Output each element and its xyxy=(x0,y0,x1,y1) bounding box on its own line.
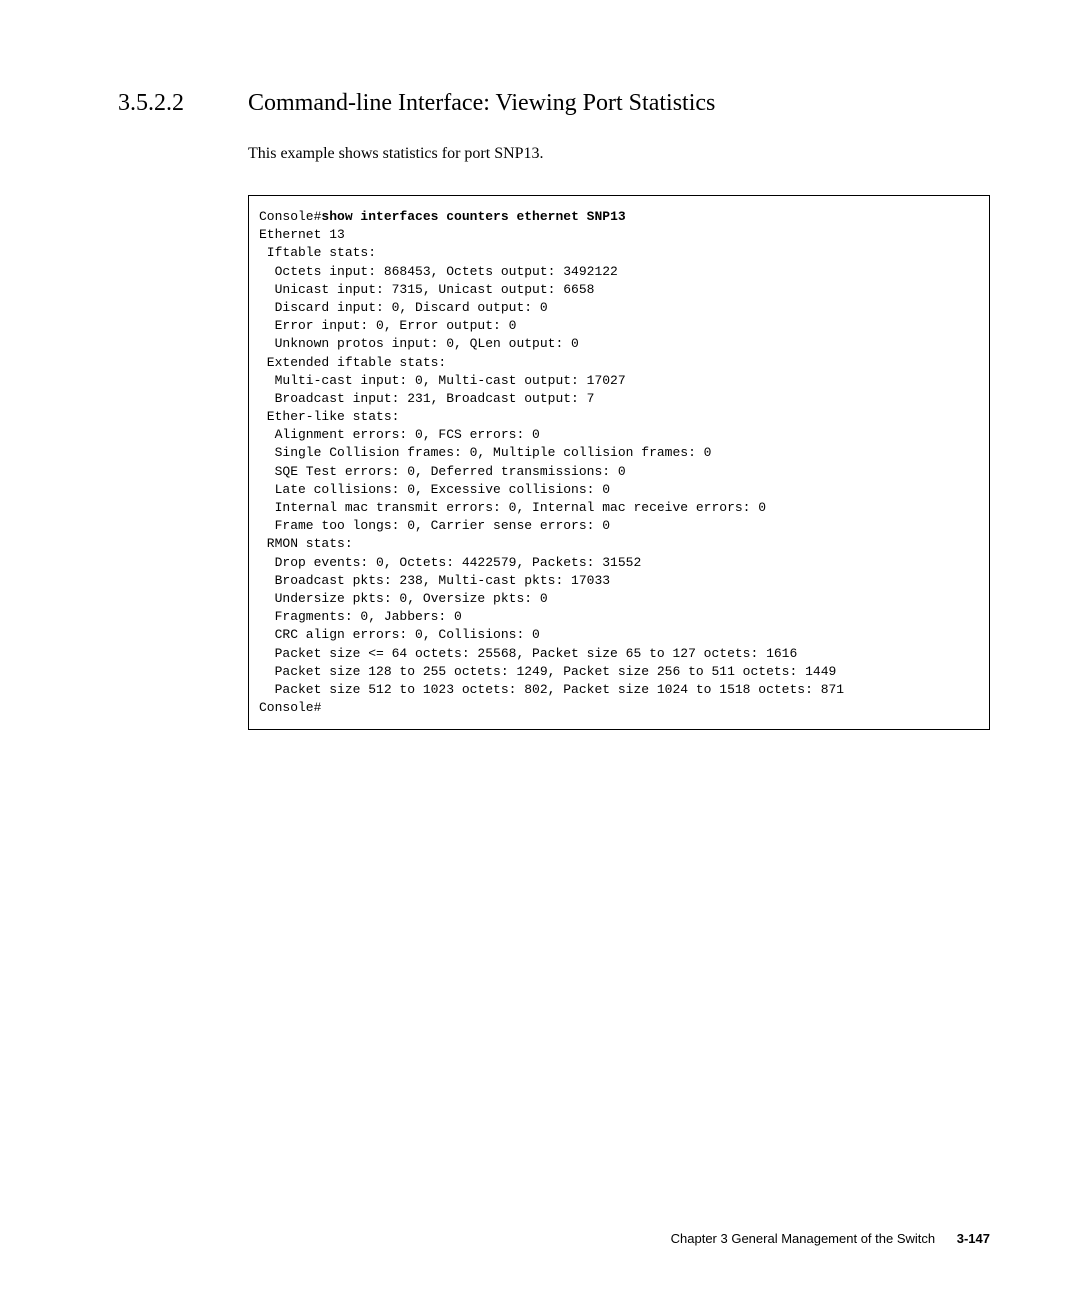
footer-page-number: 3-147 xyxy=(957,1231,990,1246)
page-footer: Chapter 3 General Management of the Swit… xyxy=(671,1231,990,1246)
console-body: Ethernet 13 Iftable stats: Octets input:… xyxy=(259,227,844,715)
page-content: 3.5.2.2 Command-line Interface: Viewing … xyxy=(0,0,1080,730)
section-number: 3.5.2.2 xyxy=(118,90,248,117)
section-title: Command-line Interface: Viewing Port Sta… xyxy=(248,90,715,117)
footer-chapter: Chapter 3 General Management of the Swit… xyxy=(671,1231,935,1246)
console-prompt: Console# xyxy=(259,209,321,224)
intro-text: This example shows statistics for port S… xyxy=(248,145,990,163)
section-header: 3.5.2.2 Command-line Interface: Viewing … xyxy=(118,90,990,117)
console-output: Console#show interfaces counters etherne… xyxy=(248,195,990,730)
console-command: show interfaces counters ethernet SNP13 xyxy=(321,209,625,224)
